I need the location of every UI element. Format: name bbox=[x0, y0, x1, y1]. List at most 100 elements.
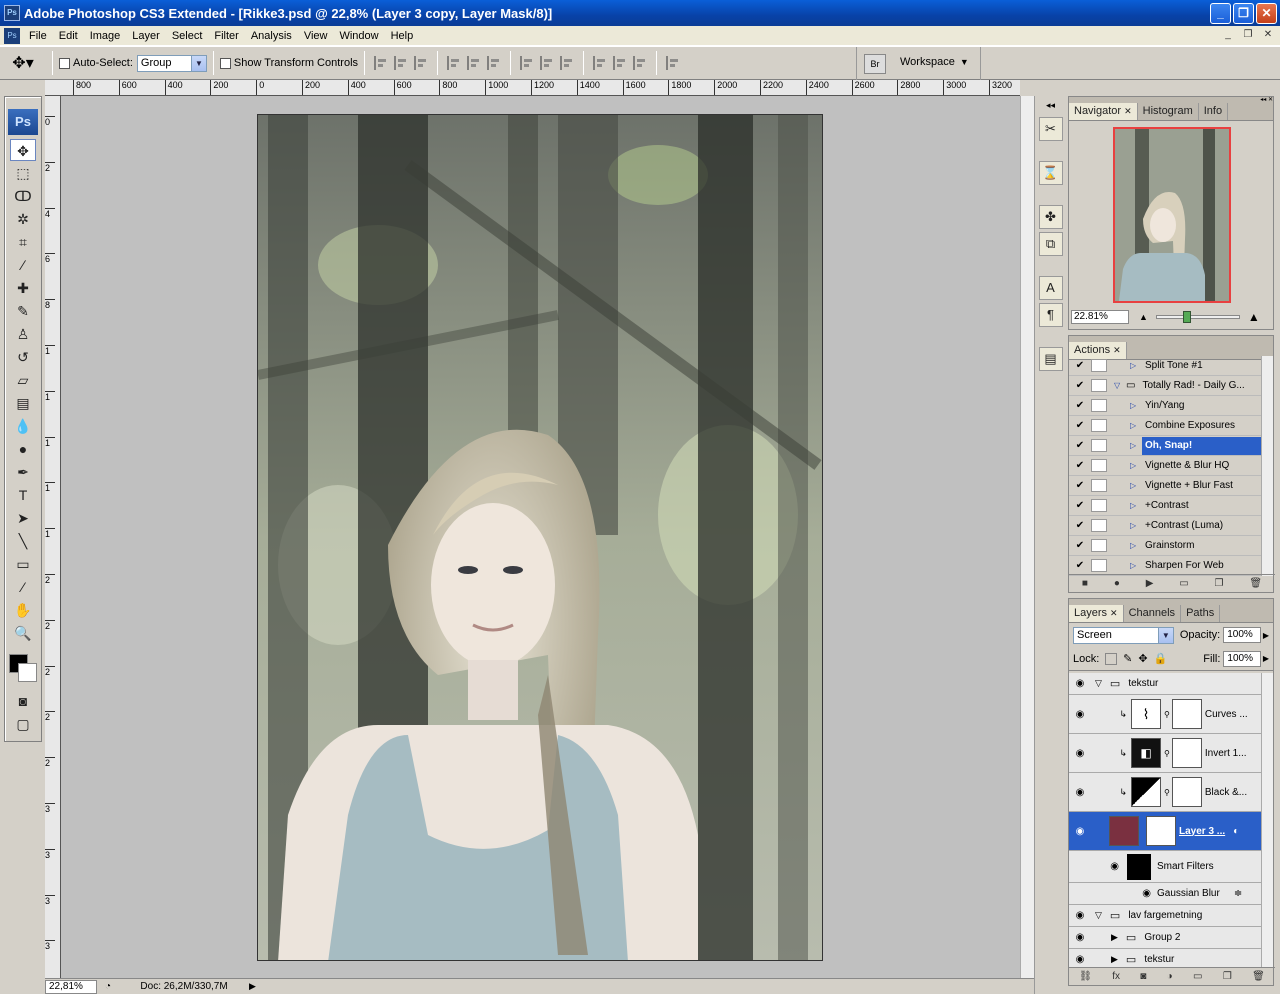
disclosure-right-icon[interactable]: ▷ bbox=[1130, 421, 1142, 430]
eye-icon[interactable]: ◉ bbox=[1069, 709, 1091, 720]
move-tool-icon[interactable]: ✥ bbox=[10, 139, 36, 161]
menu-edit[interactable]: Edit bbox=[54, 30, 85, 42]
adjustment-layer-icon[interactable]: ◑ bbox=[1167, 971, 1173, 982]
eye-icon[interactable]: ◉ bbox=[1069, 826, 1091, 837]
dialog-toggle[interactable] bbox=[1091, 519, 1107, 532]
new-layer-icon[interactable]: ❐ bbox=[1223, 971, 1232, 982]
gradient-tool-icon[interactable]: ▤ bbox=[10, 392, 36, 414]
dock-collapse-icon[interactable]: ◂◂ bbox=[1035, 100, 1066, 114]
align-bottom-icon[interactable] bbox=[414, 56, 428, 70]
navigator-thumbnail[interactable] bbox=[1113, 127, 1231, 303]
menu-analysis[interactable]: Analysis bbox=[246, 30, 299, 42]
tool-presets-icon[interactable]: ✂ bbox=[1038, 117, 1063, 141]
type-tool-icon[interactable]: T bbox=[10, 484, 36, 506]
background-color[interactable] bbox=[18, 663, 37, 682]
distribute-vcenter-icon[interactable] bbox=[540, 56, 554, 70]
move-tool-preset-icon[interactable]: ✥▾ bbox=[0, 53, 46, 73]
eyedropper-icon[interactable]: ⁄ bbox=[10, 576, 36, 598]
menu-view[interactable]: View bbox=[299, 30, 335, 42]
dialog-toggle[interactable] bbox=[1091, 359, 1107, 372]
notes-tool-icon[interactable]: ▭ bbox=[10, 553, 36, 575]
lock-transparency-icon[interactable] bbox=[1105, 652, 1118, 665]
character-icon[interactable]: A bbox=[1038, 276, 1063, 300]
stop-icon[interactable]: ■ bbox=[1082, 578, 1088, 589]
auto-select-checkbox[interactable] bbox=[59, 57, 70, 69]
canvas-scrollbar[interactable] bbox=[1020, 96, 1034, 978]
hand-tool-icon[interactable]: ✋ bbox=[10, 599, 36, 621]
action-item[interactable]: ✔ ▷ +Contrast bbox=[1069, 496, 1261, 516]
delete-layer-icon[interactable]: 🗑 bbox=[1252, 971, 1265, 982]
link-layers-icon[interactable]: ⛓ bbox=[1079, 971, 1092, 982]
ruler-left[interactable]: 02468111112222233333 bbox=[45, 96, 61, 978]
check-icon[interactable]: ✔ bbox=[1069, 460, 1091, 471]
distribute-left-icon[interactable] bbox=[593, 56, 607, 70]
distribute-bottom-icon[interactable] bbox=[560, 56, 574, 70]
align-top-icon[interactable] bbox=[374, 56, 388, 70]
dialog-toggle[interactable] bbox=[1091, 539, 1107, 552]
minimize-button[interactable]: _ bbox=[1210, 3, 1231, 24]
auto-select-dropdown[interactable]: Group ▼ bbox=[136, 54, 207, 72]
ruler-top[interactable]: 800 600 400 200 0 200 400 600 800 1000 1200 1400 160… bbox=[45, 80, 1020, 96]
menu-filter[interactable]: Filter bbox=[209, 30, 245, 42]
distribute-top-icon[interactable] bbox=[520, 56, 534, 70]
action-item[interactable]: ✔ ▷ Combine Exposures bbox=[1069, 416, 1261, 436]
disclosure-right-icon[interactable]: ▷ bbox=[1130, 461, 1142, 470]
tab-histogram[interactable]: Histogram bbox=[1138, 103, 1199, 120]
quick-mask-icon[interactable]: ◙ bbox=[10, 690, 36, 712]
pen-tool-icon[interactable]: ✒ bbox=[10, 461, 36, 483]
brush-tool-icon[interactable]: ✎ bbox=[10, 300, 36, 322]
disclosure-right-icon[interactable]: ▷ bbox=[1130, 361, 1142, 370]
eye-icon[interactable]: ◉ bbox=[1069, 910, 1091, 921]
disclosure-right-icon[interactable]: ▷ bbox=[1130, 401, 1142, 410]
disclosure-right-icon[interactable]: ▶ bbox=[1111, 954, 1118, 965]
layer-group-tekstur[interactable]: ◉ ▽ ▭ tekstur bbox=[1069, 673, 1261, 695]
check-icon[interactable]: ✔ bbox=[1069, 420, 1091, 431]
close-icon[interactable]: ✕ bbox=[1124, 106, 1132, 116]
eye-icon[interactable]: ◉ bbox=[1069, 888, 1151, 899]
marquee-tool-icon[interactable]: ⬚ bbox=[10, 162, 36, 184]
doc-minimize-icon[interactable]: _ bbox=[1220, 28, 1236, 42]
layer-group-lav[interactable]: ◉ ▽ ▭ lav fargemetning bbox=[1069, 905, 1261, 927]
smart-filter-mask-thumbnail[interactable] bbox=[1127, 853, 1151, 880]
color-swatches[interactable] bbox=[6, 650, 40, 684]
eye-icon[interactable]: ◉ bbox=[1069, 787, 1091, 798]
check-icon[interactable]: ✔ bbox=[1069, 380, 1091, 391]
action-item[interactable]: ✔ ▷ Split Tone #1 bbox=[1069, 356, 1261, 376]
align-vcenter-icon[interactable] bbox=[394, 56, 408, 70]
mask-thumbnail[interactable] bbox=[1171, 699, 1202, 729]
screen-mode-icon[interactable]: ▢ bbox=[10, 713, 36, 735]
dodge-tool-icon[interactable]: ● bbox=[10, 438, 36, 460]
menu-window[interactable]: Window bbox=[334, 30, 385, 42]
close-icon[interactable]: ✕ bbox=[1110, 608, 1118, 618]
tab-navigator[interactable]: Navigator ✕ bbox=[1069, 103, 1138, 120]
dialog-toggle[interactable] bbox=[1091, 379, 1107, 392]
history-icon[interactable]: ⌛ bbox=[1038, 161, 1063, 185]
eye-icon[interactable]: ◉ bbox=[1069, 748, 1091, 759]
tab-info[interactable]: Info bbox=[1199, 103, 1229, 120]
dialog-toggle[interactable] bbox=[1091, 499, 1107, 512]
bridge-icon[interactable]: Br bbox=[864, 54, 886, 74]
dialog-toggle[interactable] bbox=[1091, 479, 1107, 492]
status-info-icon[interactable]: ◔ bbox=[105, 981, 111, 992]
disclosure-right-icon[interactable]: ▷ bbox=[1130, 541, 1142, 550]
distribute-hcenter-icon[interactable] bbox=[613, 56, 627, 70]
menu-file[interactable]: File bbox=[24, 30, 54, 42]
dialog-toggle[interactable] bbox=[1091, 439, 1107, 452]
add-mask-icon[interactable]: ◙ bbox=[1140, 971, 1146, 982]
check-icon[interactable]: ✔ bbox=[1069, 440, 1091, 451]
zoom-in-icon[interactable]: ▲ bbox=[1248, 310, 1260, 324]
eye-icon[interactable]: ◉ bbox=[1069, 932, 1091, 943]
layers-scrollbar[interactable] bbox=[1261, 673, 1273, 967]
slice-tool-icon[interactable]: ∕ bbox=[10, 254, 36, 276]
status-zoom-field[interactable]: 22,81% bbox=[45, 979, 97, 994]
layer-comps-icon[interactable]: ▤ bbox=[1038, 347, 1063, 371]
action-item[interactable]: ✔ ▷ Yin/Yang bbox=[1069, 396, 1261, 416]
check-icon[interactable]: ✔ bbox=[1069, 360, 1091, 371]
blending-options-icon[interactable]: ≑ bbox=[1234, 888, 1242, 899]
magic-wand-icon[interactable]: ✲ bbox=[10, 208, 36, 230]
layer-group-2[interactable]: ◉ ▶ ▭ Group 2 bbox=[1069, 927, 1261, 949]
zoom-slider-handle[interactable] bbox=[1182, 311, 1191, 323]
layer-mask-thumbnail[interactable] bbox=[1146, 816, 1176, 846]
menu-image[interactable]: Image bbox=[85, 30, 128, 42]
blend-mode-dropdown[interactable]: Screen ▼ bbox=[1073, 626, 1174, 644]
